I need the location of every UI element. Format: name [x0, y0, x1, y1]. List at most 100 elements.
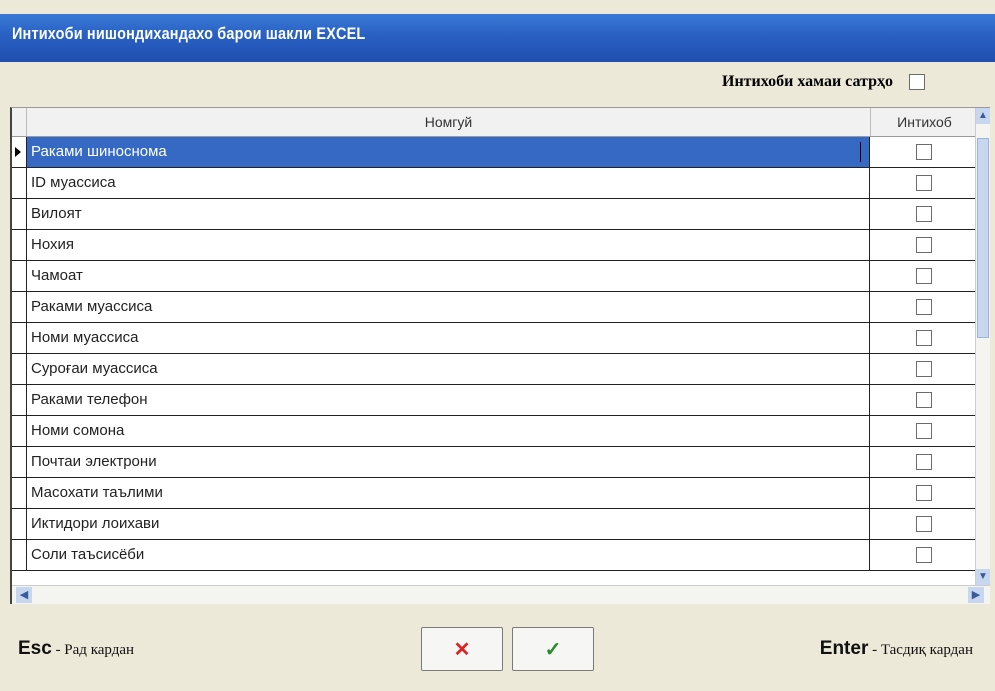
text-cursor [860, 142, 861, 162]
row-selector[interactable] [12, 168, 27, 198]
fields-grid: Номгуй Интихоб Раками шиноснома ID муасси… [10, 107, 990, 604]
table-row[interactable]: Иктидори лоихави [12, 509, 978, 540]
horizontal-scrollbar[interactable]: ◀ ▶ [12, 585, 990, 604]
row-selector[interactable] [12, 292, 27, 322]
table-row[interactable]: Раками телефон [12, 385, 978, 416]
row-select-cell [870, 509, 977, 539]
confirm-button[interactable]: ✓ [512, 627, 594, 671]
triangle-right-icon [15, 147, 21, 157]
row-select-cell [870, 416, 977, 446]
row-name-cell[interactable]: Чамоат [27, 261, 870, 291]
table-row[interactable]: ID муассиса [12, 168, 978, 199]
grid-rows: Раками шиноснома ID муассиса Вилоят Нохия Ча… [12, 137, 978, 585]
row-selector[interactable] [12, 416, 27, 446]
row-selector[interactable] [12, 230, 27, 260]
table-row[interactable]: Нохия [12, 230, 978, 261]
enter-hint: Enter - Тасдиқ кардан [820, 638, 973, 660]
column-header-select[interactable]: Интихоб [871, 108, 978, 136]
row-checkbox[interactable] [915, 516, 932, 532]
row-name-cell[interactable]: Нохия [27, 230, 870, 260]
row-name-cell[interactable]: Суроғаи муассиса [27, 354, 870, 384]
row-select-cell [870, 540, 977, 570]
chevron-right-icon[interactable]: ▶ [968, 587, 984, 603]
row-name-cell[interactable]: Иктидори лоихави [27, 509, 870, 539]
row-name-cell[interactable]: ID муассиса [27, 168, 870, 198]
row-name-cell[interactable]: Раками телефон [27, 385, 870, 415]
row-select-cell [870, 230, 977, 260]
row-select-cell [870, 137, 977, 167]
table-row[interactable]: Почтаи электрони [12, 447, 978, 478]
grid-header: Номгуй Интихоб [12, 108, 978, 137]
row-checkbox[interactable] [915, 361, 932, 377]
row-selector[interactable] [12, 354, 27, 384]
row-name-cell[interactable]: Раками шиноснома [27, 137, 870, 167]
row-selector[interactable] [12, 261, 27, 291]
row-name-cell[interactable]: Номи сомона [27, 416, 870, 446]
row-select-cell [870, 447, 977, 477]
row-checkbox[interactable] [915, 268, 932, 284]
chevron-down-icon[interactable]: ▼ [976, 569, 990, 585]
vertical-scrollbar[interactable]: ▲ ▼ [975, 108, 990, 585]
row-checkbox[interactable] [915, 547, 932, 563]
esc-hint: Esc - Рад кардан [18, 638, 134, 660]
row-select-cell [870, 261, 977, 291]
title-bar[interactable]: Интихоби нишондихандахо барои шакли EXCE… [0, 14, 995, 62]
chevron-left-icon[interactable]: ◀ [16, 587, 32, 603]
row-select-cell [870, 354, 977, 384]
select-all-row: Интихоби хамаи сатрҳо [722, 73, 925, 91]
row-checkbox[interactable] [915, 206, 932, 222]
row-select-cell [870, 199, 977, 229]
row-checkbox[interactable] [915, 485, 932, 501]
table-row[interactable]: Вилоят [12, 199, 978, 230]
row-checkbox[interactable] [915, 299, 932, 315]
row-select-cell [870, 385, 977, 415]
table-row[interactable]: Номи сомона [12, 416, 978, 447]
enter-action-label: - Тасдиқ кардан [868, 642, 973, 658]
row-name-cell[interactable]: Раками муассиса [27, 292, 870, 322]
row-selector[interactable] [12, 323, 27, 353]
row-checkbox[interactable] [915, 144, 932, 160]
window-title: Интихоби нишондихандахо барои шакли EXCE… [12, 24, 366, 43]
row-name-cell[interactable]: Номи муассиса [27, 323, 870, 353]
table-row[interactable]: Суроғаи муассиса [12, 354, 978, 385]
row-selector[interactable] [12, 199, 27, 229]
dialog-window: Интихоби нишондихандахо барои шакли EXCE… [0, 0, 995, 691]
row-checkbox[interactable] [915, 330, 932, 346]
row-selector[interactable] [12, 385, 27, 415]
chevron-up-icon[interactable]: ▲ [976, 108, 990, 124]
enter-key-label: Enter [819, 638, 869, 659]
table-row[interactable]: Номи муассиса [12, 323, 978, 354]
row-selector[interactable] [12, 509, 27, 539]
row-checkbox[interactable] [915, 237, 932, 253]
esc-key-label: Esc [18, 638, 52, 659]
row-header-corner [12, 108, 27, 136]
row-selector[interactable] [12, 478, 27, 508]
table-row[interactable]: Масохати таълими [12, 478, 978, 509]
row-select-cell [870, 292, 977, 322]
row-checkbox[interactable] [915, 454, 932, 470]
row-name-cell[interactable]: Почтаи электрони [27, 447, 870, 477]
row-checkbox[interactable] [915, 175, 932, 191]
table-row[interactable]: Соли таъсисёби [12, 540, 978, 571]
row-selector[interactable] [12, 540, 27, 570]
table-row[interactable]: Раками шиноснома [12, 137, 978, 168]
select-all-checkbox[interactable] [909, 74, 925, 90]
row-selector[interactable] [12, 137, 27, 167]
row-name-cell[interactable]: Соли таъсисёби [27, 540, 870, 570]
row-select-cell [870, 323, 977, 353]
row-selector[interactable] [12, 447, 27, 477]
row-checkbox[interactable] [915, 392, 932, 408]
check-icon: ✓ [544, 638, 562, 661]
table-row[interactable]: Раками муассиса [12, 292, 978, 323]
row-select-cell [870, 168, 977, 198]
row-name-cell[interactable]: Масохати таълими [27, 478, 870, 508]
scroll-thumb[interactable] [977, 138, 989, 338]
row-checkbox[interactable] [915, 423, 932, 439]
select-all-label: Интихоби хамаи сатрҳо [722, 73, 893, 90]
close-icon: ✕ [453, 638, 471, 661]
row-select-cell [870, 478, 977, 508]
table-row[interactable]: Чамоат [12, 261, 978, 292]
cancel-button[interactable]: ✕ [421, 627, 503, 671]
column-header-name[interactable]: Номгуй [27, 108, 871, 136]
row-name-cell[interactable]: Вилоят [27, 199, 870, 229]
